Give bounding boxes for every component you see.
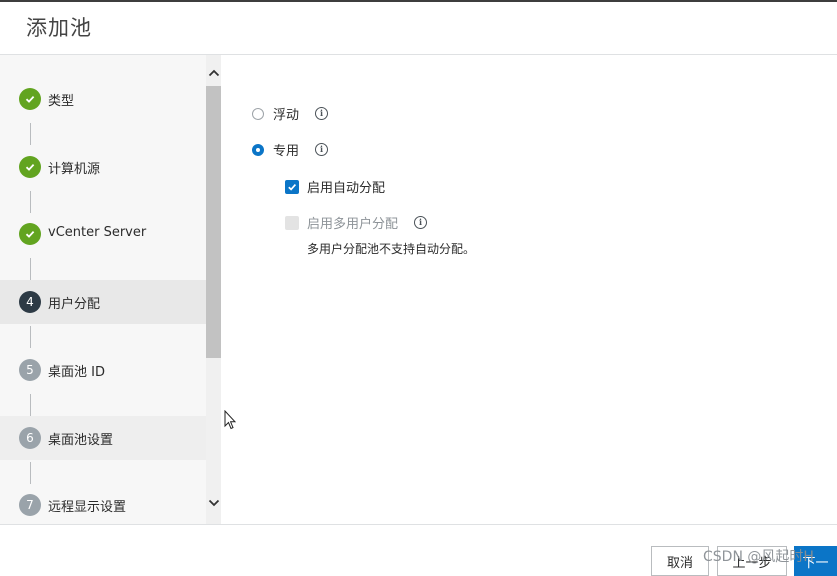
step-complete-check-icon (19, 223, 41, 245)
chevron-up-icon[interactable] (206, 66, 221, 80)
auto-assign-checkbox[interactable] (285, 179, 299, 194)
multi-user-label: 启用多用户分配 (307, 217, 399, 232)
multi-user-note: 多用户分配池不支持自动分配。 (307, 242, 476, 256)
mouse-cursor-icon (224, 409, 237, 434)
step-machine-source[interactable]: 计算机源 (0, 145, 206, 189)
step-pool-id[interactable]: 5 桌面池 ID (0, 348, 206, 392)
multi-user-checkbox (285, 215, 299, 230)
step-label: 类型 (48, 94, 75, 109)
step-user-assignment[interactable]: 4 用户分配 (0, 280, 206, 324)
dedicated-radio[interactable] (252, 143, 264, 156)
step-number-badge: 5 (19, 359, 41, 381)
chevron-down-icon[interactable] (206, 496, 221, 510)
step-connector (30, 123, 31, 145)
step-connector (30, 394, 31, 416)
step-vcenter-server[interactable]: vCenter Server (0, 212, 206, 256)
wizard-steps-sidebar: 类型 计算机源 vCenter Server 4 用户分配 5 桌面池 ID 6… (0, 55, 206, 525)
floating-option[interactable]: 浮动 i (252, 104, 329, 123)
step-number-badge: 7 (19, 494, 41, 516)
dialog-title: 添加池 (26, 16, 92, 40)
info-icon[interactable]: i (414, 216, 428, 229)
dedicated-label: 专用 (273, 144, 300, 159)
step-label: 桌面池设置 (48, 433, 114, 448)
step-number-badge: 6 (19, 427, 41, 449)
info-icon[interactable]: i (315, 107, 329, 120)
cancel-button[interactable]: 取消 (651, 546, 709, 576)
floating-radio[interactable] (252, 107, 264, 120)
info-icon[interactable]: i (315, 143, 329, 156)
step-connector (30, 258, 31, 280)
window-top-border (0, 0, 837, 2)
dedicated-option[interactable]: 专用 i (252, 140, 329, 159)
step-label: 远程显示设置 (48, 500, 127, 515)
footer-divider (0, 524, 837, 525)
step-type[interactable]: 类型 (0, 77, 206, 121)
step-connector (30, 191, 31, 213)
step-complete-check-icon (19, 156, 41, 178)
step-label: 用户分配 (48, 297, 101, 312)
auto-assign-option[interactable]: 启用自动分配 (285, 177, 385, 196)
step-connector (30, 326, 31, 348)
watermark: CSDN @风起时H (703, 549, 814, 565)
step-complete-check-icon (19, 88, 41, 110)
step-label: 桌面池 ID (48, 365, 105, 380)
step-number-badge: 4 (19, 291, 41, 313)
step-connector (30, 462, 31, 484)
step-pool-settings[interactable]: 6 桌面池设置 (0, 416, 206, 460)
multi-user-option: 启用多用户分配 i (285, 213, 428, 232)
step-label: 计算机源 (48, 162, 101, 177)
step-remote-display-settings[interactable]: 7 远程显示设置 (0, 483, 206, 525)
auto-assign-label: 启用自动分配 (307, 181, 386, 196)
scrollbar-thumb[interactable] (206, 86, 221, 358)
step-label: vCenter Server (48, 225, 147, 240)
floating-label: 浮动 (273, 108, 300, 123)
